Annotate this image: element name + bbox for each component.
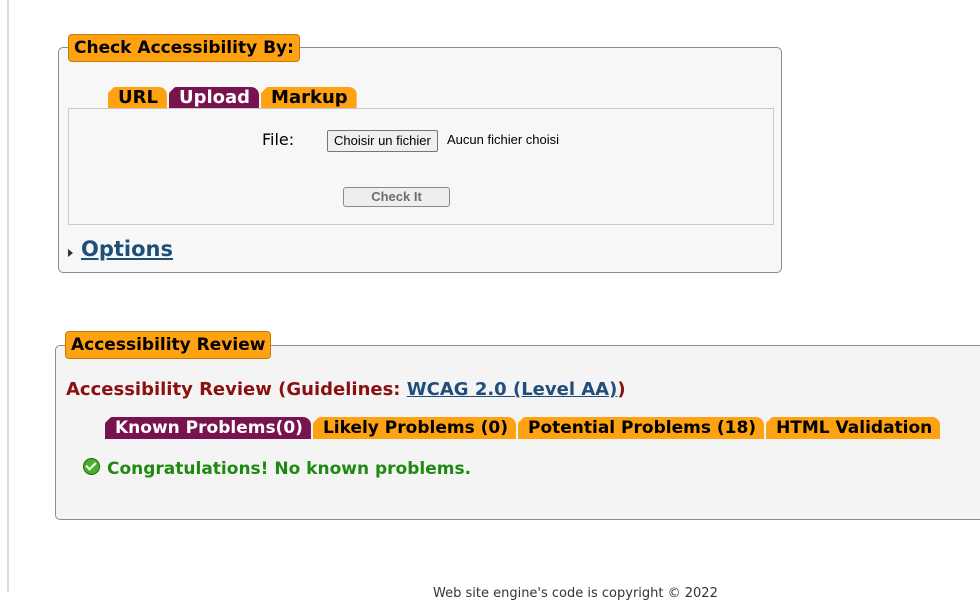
tab-url[interactable]: URL bbox=[108, 87, 167, 109]
file-status-text: Aucun fichier choisi bbox=[447, 132, 559, 147]
tab-markup[interactable]: Markup bbox=[261, 87, 357, 109]
tab-known-problems[interactable]: Known Problems(0) bbox=[105, 417, 311, 439]
input-method-tabs: URL Upload Markup bbox=[108, 87, 359, 109]
tab-potential-problems[interactable]: Potential Problems (18) bbox=[517, 417, 765, 439]
review-heading-prefix: Accessibility Review (Guidelines: bbox=[66, 379, 407, 400]
options-expand-arrow-icon[interactable] bbox=[68, 249, 73, 257]
accessibility-review-legend: Accessibility Review bbox=[65, 331, 272, 359]
success-text: Congratulations! No known problems. bbox=[107, 459, 472, 479]
options-link[interactable]: Options bbox=[81, 237, 173, 261]
choose-file-button[interactable]: Choisir un fichier bbox=[327, 130, 438, 152]
tab-upload[interactable]: Upload bbox=[168, 87, 260, 109]
guideline-link[interactable]: WCAG 2.0 (Level AA) bbox=[407, 379, 618, 400]
check-accessibility-legend: Check Accessibility By: bbox=[68, 34, 300, 62]
check-it-button[interactable]: Check It bbox=[343, 187, 450, 207]
success-message: Congratulations! No known problems. bbox=[83, 458, 471, 479]
checkmark-icon bbox=[83, 458, 100, 475]
page-left-border bbox=[7, 0, 9, 592]
review-heading-suffix: ) bbox=[617, 379, 626, 400]
footer-copyright: Web site engine's code is copyright © 20… bbox=[433, 586, 718, 601]
upload-panel bbox=[68, 108, 774, 225]
review-heading: Accessibility Review (Guidelines: WCAG 2… bbox=[66, 379, 626, 400]
problem-tabs: Known Problems(0) Likely Problems (0) Po… bbox=[105, 417, 942, 439]
tab-html-validation[interactable]: HTML Validation bbox=[766, 417, 941, 439]
tab-likely-problems[interactable]: Likely Problems (0) bbox=[312, 417, 516, 439]
file-label: File: bbox=[262, 130, 295, 149]
